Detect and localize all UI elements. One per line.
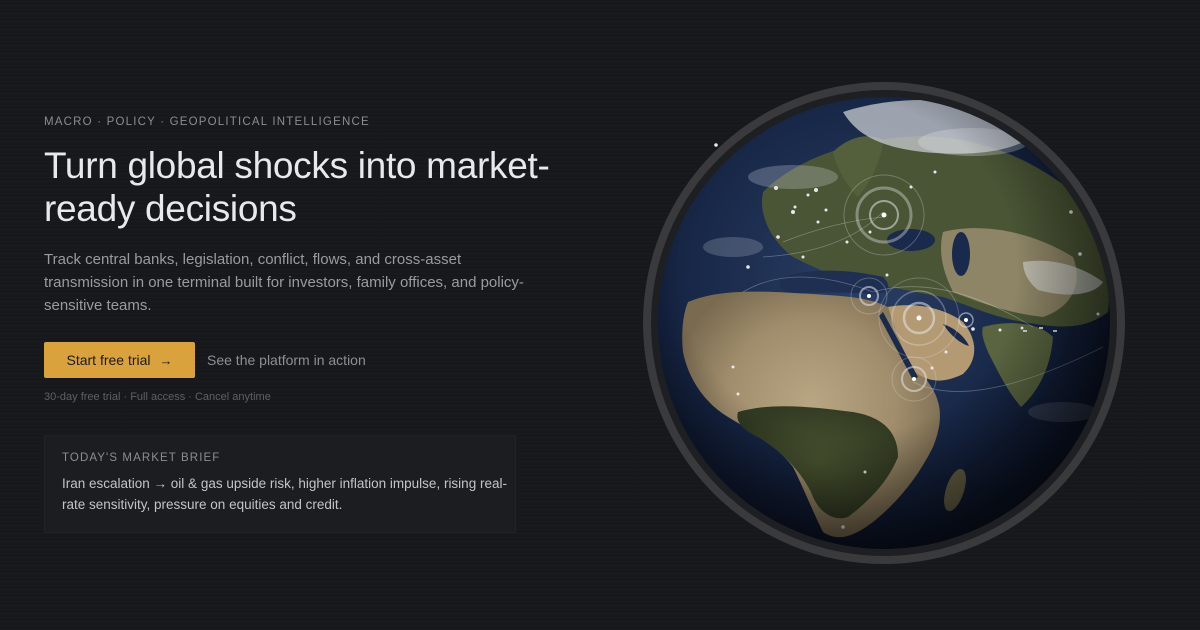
arrow-right-icon: → xyxy=(159,352,173,368)
see-platform-link[interactable]: See the platform in action xyxy=(207,352,366,368)
hero-subcopy: Track central banks, legislation, confli… xyxy=(44,251,524,314)
market-brief-text: Iran escalation → oil & gas upside risk,… xyxy=(62,476,507,512)
start-free-trial-button[interactable]: Start free trial → xyxy=(44,342,195,378)
globe-visualization[interactable] xyxy=(643,82,1125,564)
market-brief-card: TODAY'S MARKET BRIEF Iran escalation → o… xyxy=(44,435,516,533)
start-free-trial-label: Start free trial xyxy=(66,352,151,368)
market-brief-title: TODAY'S MARKET BRIEF xyxy=(62,452,221,464)
hero-headline-line-2: ready decisions xyxy=(44,188,297,229)
hero-headline: Turn global shocks into market- ready de… xyxy=(44,144,604,230)
globe-svg xyxy=(643,82,1125,564)
globe-shading xyxy=(658,97,1110,549)
trial-fineprint: 30-day free trial · Full access · Cancel… xyxy=(44,391,271,403)
landing-page: MACRO · POLICY · GEOPOLITICAL INTELLIGEN… xyxy=(0,0,1200,630)
hero-headline-line-1: Turn global shocks into market- xyxy=(44,145,550,186)
cta-row: Start free trial → See the platform in a… xyxy=(44,342,604,378)
hero-section: MACRO · POLICY · GEOPOLITICAL INTELLIGEN… xyxy=(44,116,604,533)
hero-eyebrow: MACRO · POLICY · GEOPOLITICAL INTELLIGEN… xyxy=(44,116,370,128)
